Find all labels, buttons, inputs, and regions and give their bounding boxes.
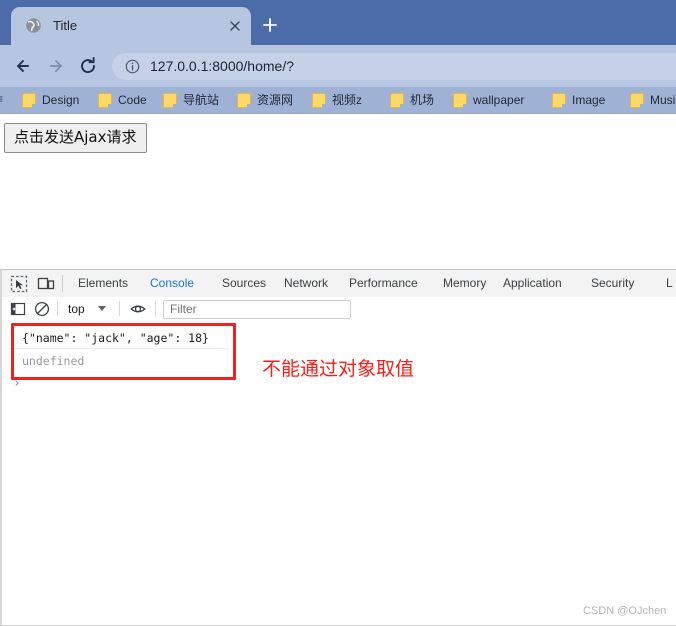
arrow-left-icon[interactable] <box>13 55 35 77</box>
bookmark-label: 机场 <box>410 93 435 107</box>
devtools-left-edge <box>0 269 2 626</box>
send-ajax-request-button[interactable]: 点击发送Ajax请求 <box>4 123 147 153</box>
tab-lighthouse[interactable]: L <box>666 275 673 297</box>
folder-icon <box>630 92 644 108</box>
bookmark-label: 视频z <box>332 93 363 107</box>
tab-performance[interactable]: Performance <box>349 275 418 297</box>
clear-console-icon[interactable] <box>34 301 50 317</box>
devtools-panel: Elements Console Sources Network Perform… <box>0 269 676 626</box>
live-expression-eye-icon[interactable] <box>130 301 146 317</box>
browser-tab[interactable]: Title <box>11 7 251 45</box>
toolbar-divider <box>57 301 58 316</box>
bookmark-design[interactable]: Design <box>22 91 79 109</box>
bookmark-label: Code <box>118 93 147 107</box>
tab-title: Title <box>53 18 78 33</box>
tab-memory[interactable]: Memory <box>443 275 486 297</box>
page-viewport: 点击发送Ajax请求 <box>0 113 676 270</box>
toolbar-divider <box>155 301 156 316</box>
bookmark-airport[interactable]: 机场 <box>390 91 434 109</box>
browser-window: Title 127.0.0.1:8000/home/? Design Code … <box>0 0 676 626</box>
console-prompt-caret-icon[interactable]: › <box>13 376 21 392</box>
tab-security[interactable]: Security <box>591 275 634 297</box>
info-circle-icon[interactable] <box>125 59 140 74</box>
tab-strip: Title <box>0 0 676 45</box>
console-sidebar-icon[interactable] <box>10 301 26 317</box>
folder-icon <box>163 92 177 108</box>
console-toolbar: top <box>0 297 676 322</box>
browser-toolbar: 127.0.0.1:8000/home/? <box>0 45 676 87</box>
console-output-area[interactable]: {"name": "jack", "age": 18} undefined › … <box>0 321 676 626</box>
bookmark-image[interactable]: Image <box>552 91 605 109</box>
folder-icon <box>552 92 566 108</box>
address-bar-url: 127.0.0.1:8000/home/? <box>150 58 295 74</box>
bookmark-navsite[interactable]: 导航站 <box>163 91 219 109</box>
execution-context-selector[interactable]: top <box>68 301 85 317</box>
bookmark-label: Musi <box>650 93 676 107</box>
bookmark-music[interactable]: Musi <box>630 91 675 109</box>
device-toolbar-icon[interactable] <box>37 275 55 293</box>
console-message-undefined: undefined <box>22 354 85 368</box>
toolbar-divider <box>62 275 63 292</box>
folder-icon <box>98 92 112 108</box>
tab-application[interactable]: Application <box>503 275 562 297</box>
bookmark-label: wallpaper <box>473 93 525 107</box>
watermark: CSDN @OJchen <box>583 605 667 617</box>
arrow-right-icon[interactable] <box>45 55 67 77</box>
bookmarks-bar: ≡ Design Code 导航站 资源网 视频z 机场 wallpaper <box>0 87 676 113</box>
console-message-result: {"name": "jack", "age": 18} <box>22 331 209 345</box>
bookmark-label: 导航站 <box>183 93 220 107</box>
bookmark-label: Image <box>572 93 606 107</box>
globe-icon <box>25 17 42 34</box>
reload-icon[interactable] <box>77 55 99 77</box>
inspect-element-icon[interactable] <box>10 275 28 293</box>
tab-network[interactable]: Network <box>284 275 328 297</box>
bookmark-wallpaper[interactable]: wallpaper <box>453 91 524 109</box>
console-filter-input[interactable] <box>163 300 351 319</box>
new-tab-button[interactable] <box>258 13 282 37</box>
bookmarks-overflow-edge: ≡ <box>0 92 3 106</box>
annotation-text: 不能通过对象取值 <box>262 358 415 380</box>
bookmark-video[interactable]: 视频z <box>312 91 362 109</box>
bookmark-label: 资源网 <box>257 93 294 107</box>
folder-icon <box>22 92 36 108</box>
close-icon[interactable] <box>227 18 243 34</box>
folder-icon <box>390 92 404 108</box>
devtools-tab-bar: Elements Console Sources Network Perform… <box>0 270 676 302</box>
folder-icon <box>453 92 467 108</box>
address-bar[interactable]: 127.0.0.1:8000/home/? <box>112 53 676 80</box>
console-message-divider <box>14 348 228 349</box>
bookmark-resources[interactable]: 资源网 <box>237 91 293 109</box>
bookmark-label: Design <box>42 93 80 107</box>
chevron-down-icon[interactable] <box>98 306 106 311</box>
toolbar-divider <box>119 301 120 316</box>
folder-icon <box>237 92 251 108</box>
bookmark-code[interactable]: Code <box>98 91 147 109</box>
folder-icon <box>312 92 326 108</box>
tab-sources[interactable]: Sources <box>222 275 266 297</box>
tab-elements[interactable]: Elements <box>78 275 128 297</box>
